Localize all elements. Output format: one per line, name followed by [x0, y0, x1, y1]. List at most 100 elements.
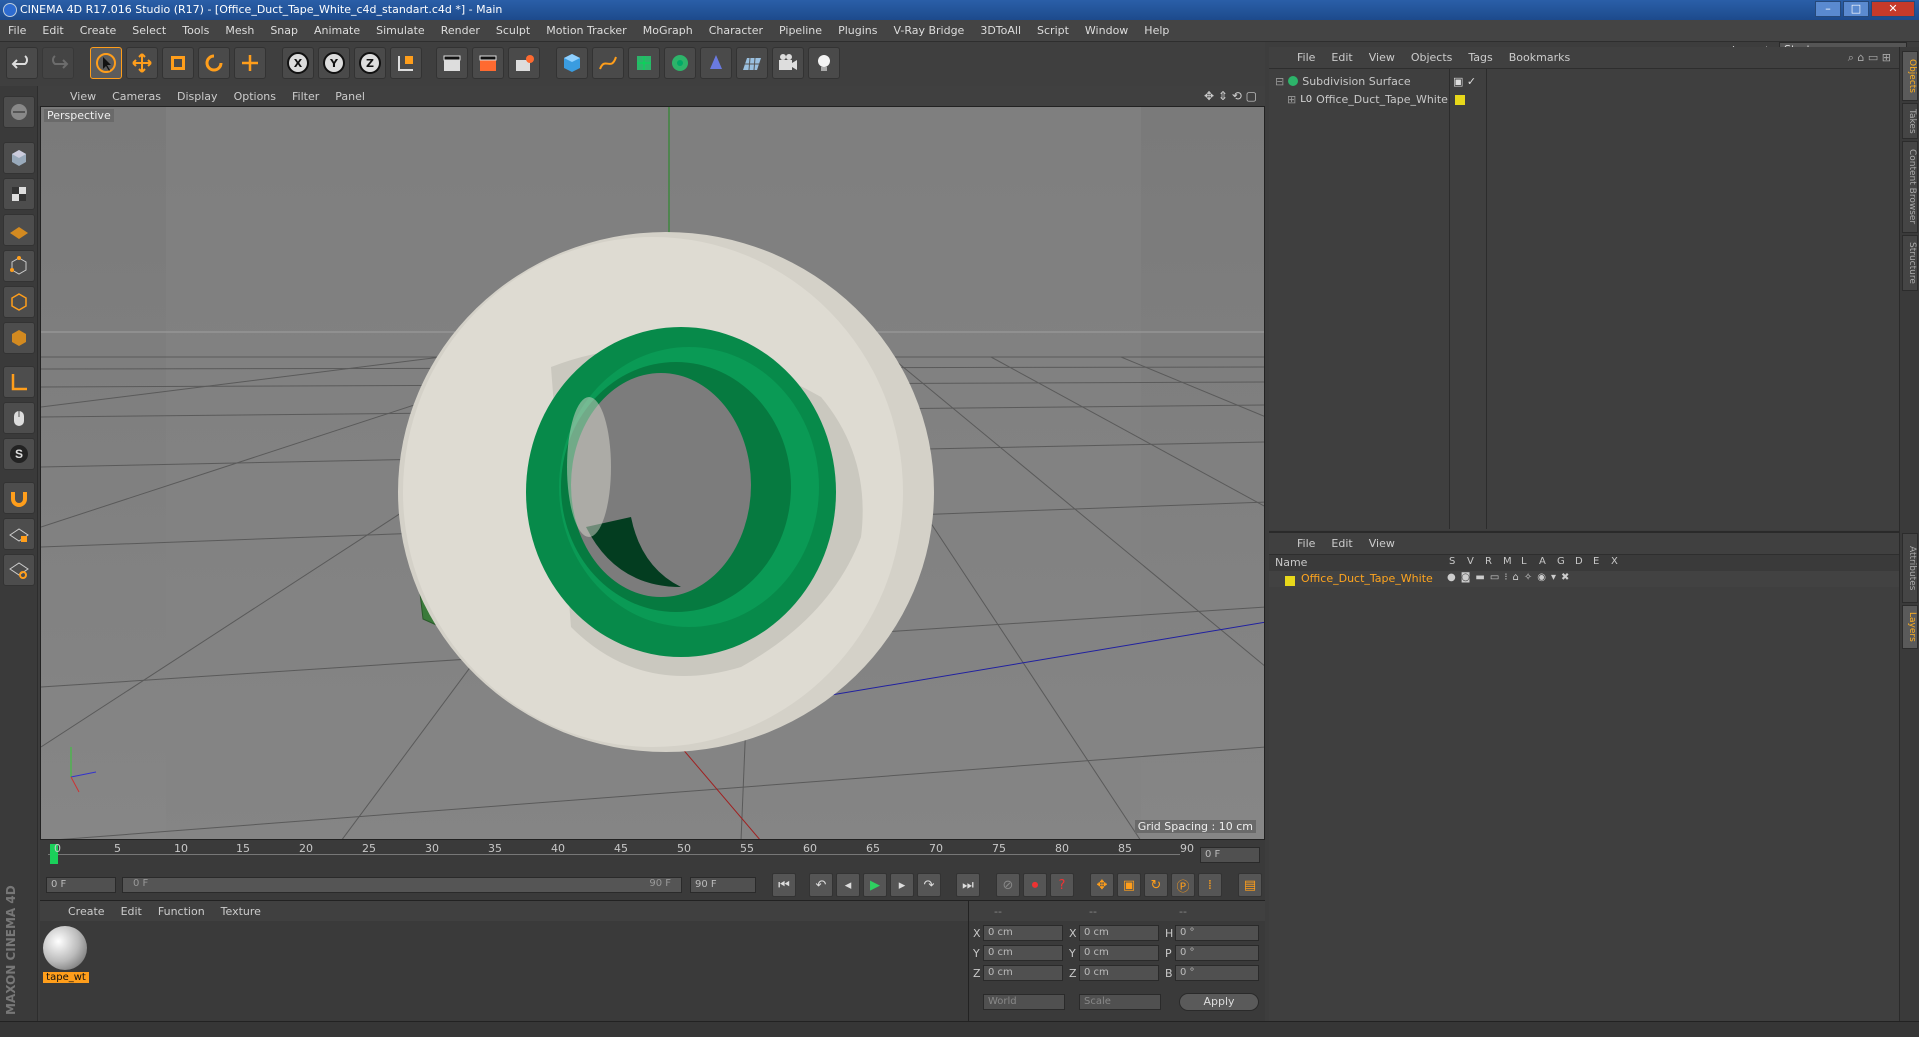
collapse-toggle-icon[interactable]: ⊟: [1275, 75, 1284, 88]
scale-tool-button[interactable]: [162, 47, 194, 79]
material-menu-texture[interactable]: Texture: [213, 905, 269, 918]
viewport-menu-view[interactable]: View: [62, 90, 104, 103]
coordinate-space-dropdown[interactable]: World: [983, 994, 1065, 1010]
viewport-menu-panel[interactable]: Panel: [327, 90, 373, 103]
menu-plugins[interactable]: Plugins: [830, 24, 885, 37]
make-editable-button[interactable]: [3, 96, 35, 128]
menu-simulate[interactable]: Simulate: [368, 24, 433, 37]
subdivision-surface-button[interactable]: [628, 47, 660, 79]
layer-color-swatch[interactable]: [1285, 574, 1295, 587]
live-selection-button[interactable]: [90, 47, 122, 79]
viewport-menu-cameras[interactable]: Cameras: [104, 90, 169, 103]
next-frame-button[interactable]: ▸: [890, 873, 914, 897]
cube-primitive-button[interactable]: [556, 47, 588, 79]
record-active-button[interactable]: ⊘: [996, 873, 1020, 897]
timeline-ruler[interactable]: 0 5 10 15 20 25 30 35 40 45 50 55 60 65 …: [40, 840, 1265, 870]
menu-animate[interactable]: Animate: [306, 24, 368, 37]
go-to-start-button[interactable]: ⏮: [772, 873, 796, 897]
size-mode-dropdown[interactable]: Scale: [1079, 994, 1161, 1010]
layers-menu-file[interactable]: File: [1289, 537, 1323, 550]
points-mode-button[interactable]: [3, 250, 35, 282]
position-y-field[interactable]: 0 cm: [983, 945, 1063, 961]
key-scale-button[interactable]: ▣: [1117, 873, 1141, 897]
menu-tools[interactable]: Tools: [174, 24, 217, 37]
objects-menu-objects[interactable]: Objects: [1403, 51, 1461, 64]
menu-render[interactable]: Render: [433, 24, 488, 37]
tab-content-browser[interactable]: Content Browser: [1902, 141, 1918, 233]
menu-select[interactable]: Select: [124, 24, 174, 37]
menu-3dtoall[interactable]: 3DToAll: [972, 24, 1029, 37]
keyframe-selection-button[interactable]: ?: [1050, 873, 1074, 897]
menu-sculpt[interactable]: Sculpt: [488, 24, 538, 37]
tab-structure[interactable]: Structure: [1902, 235, 1918, 291]
magnet-button[interactable]: [3, 482, 35, 514]
menu-mesh[interactable]: Mesh: [217, 24, 262, 37]
axis-mode-button[interactable]: [3, 366, 35, 398]
size-y-field[interactable]: 0 cm: [1079, 945, 1159, 961]
layers-menu-edit[interactable]: Edit: [1323, 537, 1360, 550]
viewport-navigation-icons[interactable]: ✥ ⇕ ⟲ ▢: [1204, 89, 1257, 103]
texture-mode-button[interactable]: [3, 178, 35, 210]
material-menu-edit[interactable]: Edit: [113, 905, 150, 918]
apply-button[interactable]: Apply: [1179, 993, 1259, 1011]
menu-edit[interactable]: Edit: [34, 24, 71, 37]
size-x-field[interactable]: 0 cm: [1079, 925, 1159, 941]
position-x-field[interactable]: 0 cm: [983, 925, 1063, 941]
close-button[interactable]: ✕: [1871, 1, 1915, 17]
redo-button[interactable]: [42, 47, 74, 79]
preview-range-slider[interactable]: 0 F 90 F: [122, 877, 682, 893]
deformer-button[interactable]: [700, 47, 732, 79]
rotate-tool-button[interactable]: [198, 47, 230, 79]
tab-objects[interactable]: Objects: [1902, 51, 1918, 101]
menu-create[interactable]: Create: [72, 24, 125, 37]
rotation-h-field[interactable]: 0 °: [1175, 925, 1259, 941]
objects-menu-bookmarks[interactable]: Bookmarks: [1501, 51, 1578, 64]
layer-row[interactable]: Office_Duct_Tape_White ●◙▬▭⁝⌂✧◉▾✖: [1269, 571, 1899, 587]
material-menu-function[interactable]: Function: [150, 905, 213, 918]
menu-vray-bridge[interactable]: V-Ray Bridge: [885, 24, 972, 37]
layer-name[interactable]: Office_Duct_Tape_White: [1301, 572, 1433, 585]
tweak-mode-button[interactable]: [3, 402, 35, 434]
menu-script[interactable]: Script: [1029, 24, 1077, 37]
minimize-button[interactable]: –: [1815, 1, 1841, 17]
end-frame-field[interactable]: 90 F: [690, 877, 756, 893]
move-tool-button[interactable]: [126, 47, 158, 79]
viewport-menu-display[interactable]: Display: [169, 90, 226, 103]
objects-menu-tags[interactable]: Tags: [1460, 51, 1500, 64]
layers-menu-view[interactable]: View: [1361, 537, 1403, 550]
timeline-window-button[interactable]: ▤: [1238, 873, 1262, 897]
position-z-field[interactable]: 0 cm: [983, 965, 1063, 981]
maximize-button[interactable]: □: [1843, 1, 1869, 17]
menu-character[interactable]: Character: [701, 24, 771, 37]
objects-menu-view[interactable]: View: [1361, 51, 1403, 64]
light-button[interactable]: [808, 47, 840, 79]
perspective-viewport[interactable]: Perspective Grid Spacing : 10 cm: [40, 106, 1265, 840]
key-parameter-button[interactable]: Ⓟ: [1171, 873, 1195, 897]
start-frame-field[interactable]: 0 F: [46, 877, 116, 893]
undo-button[interactable]: [6, 47, 38, 79]
material-menu-create[interactable]: Create: [60, 905, 113, 918]
current-frame-field[interactable]: 0 F: [1200, 847, 1260, 863]
render-to-picture-viewer-button[interactable]: [472, 47, 504, 79]
objects-menu-edit[interactable]: Edit: [1323, 51, 1360, 64]
cloner-button[interactable]: [664, 47, 696, 79]
subdivision-tag-icons[interactable]: ▣ ✓: [1453, 75, 1476, 88]
menu-help[interactable]: Help: [1136, 24, 1177, 37]
rotation-p-field[interactable]: 0 °: [1175, 945, 1259, 961]
coordinate-system-button[interactable]: [390, 47, 422, 79]
menu-snap[interactable]: Snap: [262, 24, 306, 37]
autokey-button[interactable]: ⏺: [1023, 873, 1047, 897]
tab-attributes[interactable]: Attributes: [1902, 533, 1918, 603]
previous-keyframe-button[interactable]: ↶: [809, 873, 833, 897]
recent-tool-button[interactable]: [234, 47, 266, 79]
workplane-lock-button[interactable]: [3, 518, 35, 550]
render-view-button[interactable]: [436, 47, 468, 79]
menu-mograph[interactable]: MoGraph: [635, 24, 701, 37]
tab-takes[interactable]: Takes: [1902, 103, 1918, 139]
polygons-mode-button[interactable]: [3, 322, 35, 354]
objects-search-icons[interactable]: ⌕ ⌂ ▭ ⊞: [1848, 51, 1891, 65]
go-to-end-button[interactable]: ⏭: [956, 873, 980, 897]
menu-file[interactable]: File: [0, 24, 34, 37]
workplane-mode-button[interactable]: [3, 214, 35, 246]
key-rotation-button[interactable]: ↻: [1144, 873, 1168, 897]
